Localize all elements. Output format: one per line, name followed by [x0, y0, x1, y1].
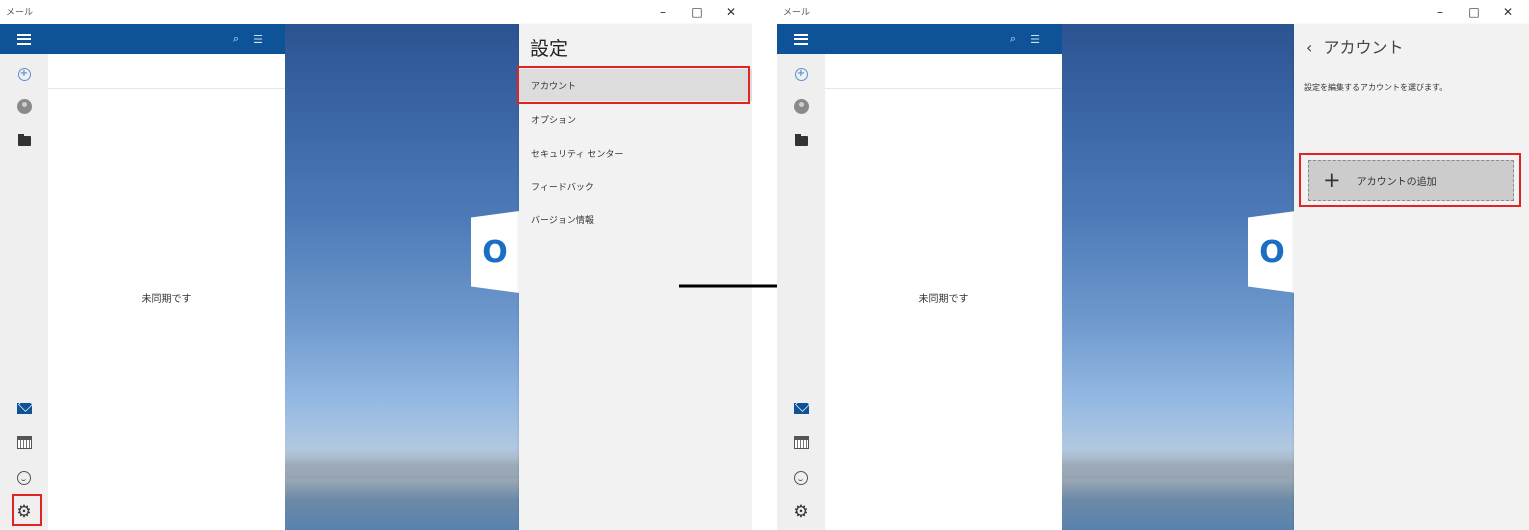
nav-rail: + ⚙: [777, 24, 825, 530]
add-icon: +: [794, 67, 808, 81]
list-toolbar: [825, 54, 1062, 89]
calendar-nav-button[interactable]: [777, 426, 825, 458]
outlook-logo: O: [471, 211, 519, 293]
maximize-button[interactable]: □: [1463, 3, 1485, 21]
empty-list-message: 未同期です: [918, 294, 969, 305]
folders-button[interactable]: [777, 125, 825, 157]
new-mail-button[interactable]: +: [0, 58, 48, 90]
filter-icon[interactable]: ☰: [251, 32, 265, 46]
hamburger-menu-button[interactable]: [0, 24, 48, 54]
folder-icon: [17, 134, 31, 146]
account-flyout: ‹ アカウント 設定を編集するアカウントを選びます。 + アカウントの追加: [1294, 24, 1529, 530]
search-icon[interactable]: ⌕: [1006, 32, 1020, 46]
mail-icon: [793, 402, 809, 414]
calendar-icon: [793, 435, 809, 449]
calendar-icon: [16, 435, 32, 449]
smile-icon: [794, 471, 808, 485]
title-bar: メール – □ ✕: [777, 0, 1529, 24]
feedback-nav-button[interactable]: [777, 462, 825, 494]
account-description: 設定を編集するアカウントを選びます。: [1304, 83, 1448, 92]
smile-icon: [17, 471, 31, 485]
settings-nav-button[interactable]: ⚙: [777, 496, 825, 528]
message-list-pane: ⌕ ☰ 未同期です: [825, 24, 1062, 530]
window-controls: – □ ✕: [1429, 3, 1519, 21]
settings-item-security-center[interactable]: セキュリティ センター: [519, 137, 752, 169]
feedback-nav-button[interactable]: [0, 462, 48, 494]
add-account-highlight-frame: [1299, 153, 1521, 207]
back-button[interactable]: ‹ アカウント: [1306, 34, 1404, 58]
account-button[interactable]: [0, 90, 48, 122]
nav-rail: + ⚙: [0, 24, 48, 530]
settings-item-about[interactable]: バージョン情報: [519, 203, 752, 235]
maximize-button[interactable]: □: [686, 3, 708, 21]
mail-nav-button[interactable]: [0, 392, 48, 424]
settings-item-feedback[interactable]: フィードバック: [519, 170, 752, 202]
minimize-button[interactable]: –: [652, 3, 674, 21]
gear-icon: ⚙: [793, 501, 809, 522]
list-header: ⌕ ☰: [48, 24, 285, 54]
title-bar: メール – □ ✕: [0, 0, 752, 24]
message-list-pane: ⌕ ☰ 未同期です: [48, 24, 285, 530]
search-icon[interactable]: ⌕: [229, 32, 243, 46]
close-button[interactable]: ✕: [720, 3, 742, 21]
window-controls: – □ ✕: [652, 3, 742, 21]
minimize-button[interactable]: –: [1429, 3, 1451, 21]
app-title: メール: [6, 8, 34, 18]
folders-button[interactable]: [0, 125, 48, 157]
account-title: アカウント: [1323, 38, 1404, 57]
settings-highlight-frame: [12, 494, 42, 526]
mail-window-right: メール – □ ✕ + ⚙ ⌕ ☰ 未同期です O ‹ アカウント 設定を編集す…: [777, 0, 1529, 530]
reading-pane-background: O: [1062, 24, 1296, 530]
hamburger-menu-button[interactable]: [777, 24, 825, 54]
folder-icon: [794, 134, 808, 146]
add-icon: +: [17, 67, 31, 81]
accounts-highlight-frame: [517, 66, 750, 104]
avatar-icon: [16, 98, 32, 114]
account-button[interactable]: [777, 90, 825, 122]
avatar-icon: [793, 98, 809, 114]
list-header: ⌕ ☰: [825, 24, 1062, 54]
settings-item-options[interactable]: オプション: [519, 103, 752, 135]
settings-title: 設定: [530, 38, 569, 60]
outlook-logo: O: [1248, 211, 1296, 293]
app-title: メール: [783, 8, 811, 18]
calendar-nav-button[interactable]: [0, 426, 48, 458]
close-button[interactable]: ✕: [1497, 3, 1519, 21]
mail-window-left: メール – □ ✕ + ⚙ ⌕ ☰ 未同期です O 設定 アカウント オプション…: [0, 0, 752, 530]
empty-list-message: 未同期です: [141, 294, 192, 305]
new-mail-button[interactable]: +: [777, 58, 825, 90]
list-toolbar: [48, 54, 285, 89]
mail-icon: [16, 402, 32, 414]
filter-icon[interactable]: ☰: [1028, 32, 1042, 46]
hamburger-icon: [794, 33, 808, 45]
horizon-haze: [1062, 449, 1294, 479]
back-chevron-icon: ‹: [1306, 38, 1313, 57]
hamburger-icon: [17, 33, 31, 45]
mail-nav-button[interactable]: [777, 392, 825, 424]
